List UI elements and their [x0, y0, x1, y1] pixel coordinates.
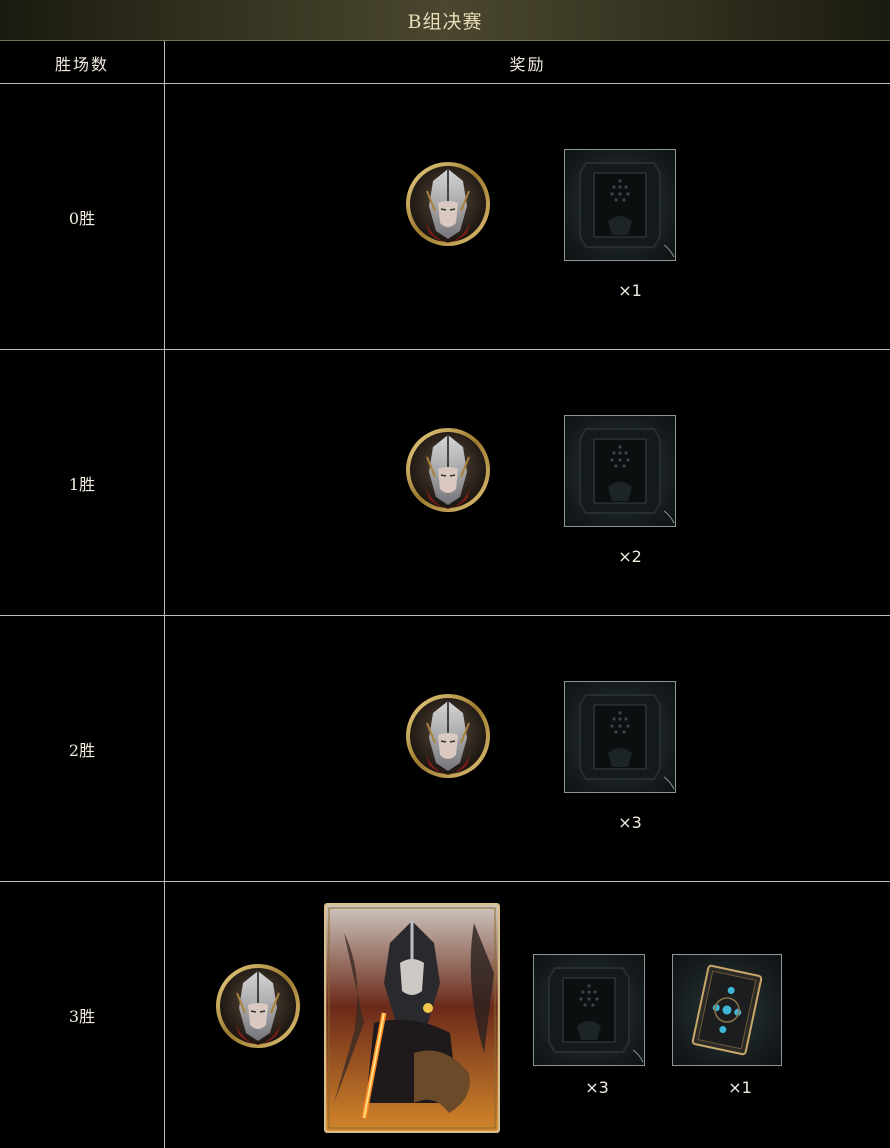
header-wins: 胜场数	[54, 54, 109, 74]
card-back-icon	[564, 681, 676, 793]
wins-label: 3胜	[68, 1007, 96, 1026]
card-quantity: ×1	[618, 281, 642, 300]
page-title: B组决赛	[407, 10, 483, 33]
card-quantity: ×3	[585, 1078, 609, 1097]
hero-card-icon	[324, 903, 500, 1133]
wins-label: 1胜	[68, 474, 96, 494]
card-back-icon	[564, 149, 676, 261]
wins-label: 0胜	[68, 208, 96, 228]
header-rewards: 奖励	[509, 54, 546, 74]
wins-label: 2胜	[68, 740, 96, 760]
card-quantity: ×3	[618, 813, 642, 832]
card-back-icon	[533, 954, 645, 1066]
column-divider	[164, 41, 165, 1148]
deck-quantity: ×1	[728, 1078, 752, 1097]
card-back-icon	[564, 415, 676, 527]
knight-avatar-icon	[405, 161, 491, 247]
knight-avatar-icon	[405, 427, 491, 513]
title-bar: B组决赛	[0, 0, 890, 41]
card-quantity: ×2	[618, 547, 642, 566]
deck-card-icon	[672, 954, 782, 1066]
knight-avatar-icon	[405, 693, 491, 779]
knight-avatar-icon	[215, 963, 301, 1049]
